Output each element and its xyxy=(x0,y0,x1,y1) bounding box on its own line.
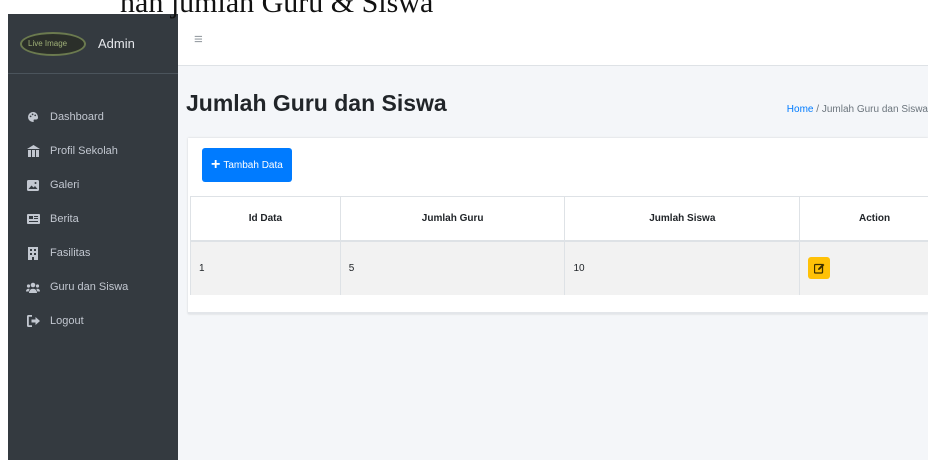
building-icon xyxy=(26,246,40,260)
page-caption: nah jumlah Guru & Siswa xyxy=(120,0,434,19)
page: nah jumlah Guru & Siswa Live Image Admin… xyxy=(0,0,928,460)
sidebar-item-profil-sekolah[interactable]: Profil Sekolah xyxy=(8,134,178,168)
image-icon xyxy=(26,178,40,192)
breadcrumb-home-link[interactable]: Home xyxy=(787,104,814,115)
sidebar-item-label: Logout xyxy=(50,315,84,327)
brand-name: Admin xyxy=(98,36,135,51)
cell-jumlah-siswa: 10 xyxy=(564,240,801,295)
users-icon xyxy=(26,280,40,294)
cell-id: 1 xyxy=(190,240,341,295)
menu-toggle-icon[interactable]: ≡ xyxy=(194,31,203,48)
cell-action xyxy=(799,240,928,295)
sidebar-item-fasilitas[interactable]: Fasilitas xyxy=(8,236,178,270)
sidebar-item-galeri[interactable]: Galeri xyxy=(8,168,178,202)
sidebar-item-guru-dan-siswa[interactable]: Guru dan Siswa xyxy=(8,270,178,304)
top-navbar: ≡ xyxy=(178,14,928,66)
sidebar-item-label: Galeri xyxy=(50,179,80,191)
breadcrumb: Home / Jumlah Guru dan Siswa xyxy=(787,104,928,115)
newspaper-icon xyxy=(26,212,40,226)
sidebar-item-label: Guru dan Siswa xyxy=(50,281,129,293)
column-header-id: Id Data xyxy=(190,196,341,242)
edit-button[interactable] xyxy=(808,257,831,279)
add-data-button[interactable]: + Tambah Data xyxy=(202,148,292,182)
school-icon xyxy=(26,144,40,158)
sidebar-item-berita[interactable]: Berita xyxy=(8,202,178,236)
sidebar-nav: Dashboard Profil Sekolah Galeri Berita F… xyxy=(8,74,178,338)
edit-icon xyxy=(813,263,825,274)
column-header-jumlah-guru: Jumlah Guru xyxy=(340,196,566,242)
column-header-jumlah-siswa: Jumlah Siswa xyxy=(564,196,801,242)
table-header-row: Id Data Jumlah Guru Jumlah Siswa Action xyxy=(190,196,928,242)
sign-out-icon xyxy=(26,314,40,328)
plus-icon: + xyxy=(211,156,221,173)
sidebar-item-label: Dashboard xyxy=(50,111,104,123)
brand-logo: Live Image xyxy=(20,31,86,56)
palette-icon xyxy=(26,110,40,124)
main-content: ≡ Jumlah Guru dan Siswa Home / Jumlah Gu… xyxy=(178,14,928,460)
content-header: Jumlah Guru dan Siswa Home / Jumlah Guru… xyxy=(178,66,928,138)
sidebar-item-logout[interactable]: Logout xyxy=(8,304,178,338)
page-title: Jumlah Guru dan Siswa xyxy=(186,90,447,116)
sidebar-item-dashboard[interactable]: Dashboard xyxy=(8,100,178,134)
breadcrumb-current: Jumlah Guru dan Siswa xyxy=(821,104,928,115)
brand[interactable]: Live Image Admin xyxy=(8,14,178,74)
data-card: + Tambah Data Id Data Jumlah Guru Jumlah… xyxy=(188,138,928,314)
column-header-action: Action xyxy=(799,196,928,242)
breadcrumb-separator: / xyxy=(816,104,820,115)
data-table: Id Data Jumlah Guru Jumlah Siswa Action … xyxy=(190,196,928,295)
sidebar-item-label: Berita xyxy=(50,213,79,225)
cell-jumlah-guru: 5 xyxy=(340,240,566,295)
sidebar: Live Image Admin Dashboard Profil Sekola… xyxy=(8,14,178,460)
sidebar-item-label: Fasilitas xyxy=(50,247,91,259)
table-row: 1 5 10 xyxy=(190,240,928,295)
add-data-button-label: Tambah Data xyxy=(223,159,283,171)
sidebar-item-label: Profil Sekolah xyxy=(50,145,118,157)
